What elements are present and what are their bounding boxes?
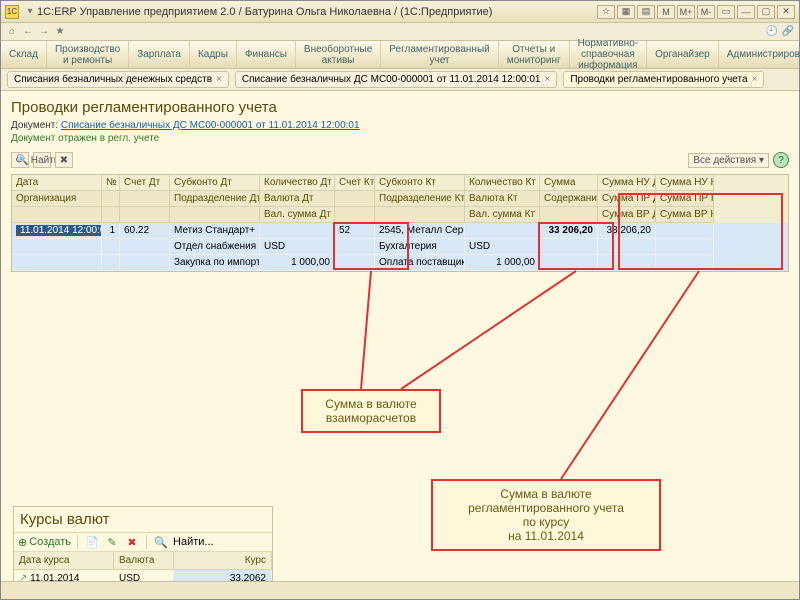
titlebar: 1C ▾ 1С:ERP Управление предприятием 2.0 … xyxy=(1,1,799,23)
app-icon: 1C xyxy=(5,5,19,19)
maximize-button[interactable]: ▢ xyxy=(757,5,775,19)
rates-title: Курсы валют xyxy=(14,507,272,532)
callout-val-sum: Сумма в валюте взаиморасчетов xyxy=(301,389,441,433)
find-label[interactable]: Найти... xyxy=(173,536,214,548)
document-line: Документ: Списание безналичных ДС МС00-0… xyxy=(11,120,789,131)
window-title: 1С:ERP Управление предприятием 2.0 / Бат… xyxy=(37,6,597,18)
fav-icon[interactable]: ☆ xyxy=(597,5,615,19)
close-icon[interactable]: × xyxy=(216,74,222,85)
table-row[interactable]: Отдел снабжения USD Бухгалтерия USD xyxy=(12,239,788,255)
mplus-button[interactable]: М+ xyxy=(677,5,695,19)
rates-row[interactable]: ↗ 11.01.2014 USD 33,2062 xyxy=(14,570,272,581)
menu-sklad[interactable]: Склад xyxy=(1,41,47,68)
edit-icon[interactable]: ✎ xyxy=(104,535,120,549)
find-icon[interactable]: 🔍 xyxy=(153,535,169,549)
tab-provodki[interactable]: Проводки регламентированного учета× xyxy=(563,71,764,88)
tab-bar: Списания безналичных денежных средств× С… xyxy=(1,69,799,91)
history-icon[interactable]: 🕘 xyxy=(765,25,779,39)
menu-zarplata[interactable]: Зарплата xyxy=(129,41,190,68)
col-sum[interactable]: Сумма xyxy=(540,175,598,191)
menu-admin[interactable]: Администрирование xyxy=(719,41,800,68)
close-icon[interactable]: × xyxy=(544,74,550,85)
find-button[interactable]: 🔍 Найти... xyxy=(33,152,51,168)
col-num[interactable]: № xyxy=(102,175,120,191)
dropdown-icon[interactable]: ▾ xyxy=(23,5,37,19)
menu-nsi[interactable]: Нормативно-справочная информация xyxy=(570,41,647,68)
main-menu: Склад Производство и ремонты Зарплата Ка… xyxy=(1,41,799,69)
close-button[interactable]: ✕ xyxy=(777,5,795,19)
status-bar xyxy=(1,581,799,599)
col-sum-nu-kt[interactable]: Сумма НУ Кт xyxy=(656,175,714,191)
clear-filter-icon[interactable]: ✖ xyxy=(55,152,73,168)
menu-otchety[interactable]: Отчеты и мониторинг xyxy=(499,41,570,68)
mminus-button[interactable]: М- xyxy=(697,5,715,19)
m-button[interactable]: М xyxy=(657,5,675,19)
document-link[interactable]: Списание безналичных ДС МС00-000001 от 1… xyxy=(61,120,360,131)
close-icon[interactable]: × xyxy=(752,74,758,85)
menu-organizer[interactable]: Органайзер xyxy=(647,41,719,68)
create-button[interactable]: ⊕Создать xyxy=(18,536,71,549)
tab-spisanie-doc[interactable]: Списание безналичных ДС МС00-000001 от 1… xyxy=(235,71,557,88)
rates-col-date[interactable]: Дата курса xyxy=(14,552,114,570)
back-icon[interactable]: ← xyxy=(21,25,35,39)
page-title: Проводки регламентированного учета xyxy=(11,99,789,116)
calc-icon[interactable]: ▤ xyxy=(637,5,655,19)
callout-reg-sum: Сумма в валюте регламентированного учета… xyxy=(431,479,661,551)
help-icon[interactable]: ? xyxy=(773,152,789,168)
tool-icon[interactable]: ▦ xyxy=(617,5,635,19)
rates-col-cur[interactable]: Валюта xyxy=(114,552,174,570)
minimize-button[interactable]: — xyxy=(737,5,755,19)
col-date[interactable]: Дата xyxy=(12,175,102,191)
menu-vneoborot[interactable]: Внеоборотные активы xyxy=(296,41,381,68)
spacer-icon: ▭ xyxy=(717,5,735,19)
copy-icon[interactable]: 📄 xyxy=(84,535,100,549)
table-row[interactable]: 11.01.2014 12:00:02 1 60.22 Метиз Станда… xyxy=(12,223,788,239)
menu-finansy[interactable]: Финансы xyxy=(237,41,296,68)
rates-col-rate[interactable]: Курс xyxy=(174,552,272,570)
reflected-status: Документ отражен в регл. учете xyxy=(11,133,789,144)
tab-spisaniya[interactable]: Списания безналичных денежных средств× xyxy=(7,71,229,88)
entries-grid: Дата № Счет Дт Субконто Дт Количество Дт… xyxy=(11,174,789,272)
col-dt-acc[interactable]: Счет Дт xyxy=(120,175,170,191)
col-dt-qty[interactable]: Количество Дт xyxy=(260,175,335,191)
col-kt-acc[interactable]: Счет Кт xyxy=(335,175,375,191)
col-dt-sub[interactable]: Субконто Дт xyxy=(170,175,260,191)
home-icon[interactable]: ⌂ xyxy=(5,25,19,39)
secondary-toolbar: ⌂ ← → ★ 🕘 🔗 xyxy=(1,23,799,41)
delete-icon[interactable]: ✖ xyxy=(124,535,140,549)
col-kt-sub[interactable]: Субконто Кт xyxy=(375,175,465,191)
menu-kadry[interactable]: Кадры xyxy=(190,41,237,68)
currency-rates-panel: Курсы валют ⊕Создать 📄 ✎ ✖ 🔍 Найти... Да… xyxy=(13,506,273,581)
menu-reglament[interactable]: Регламентированный учет xyxy=(381,41,498,68)
menu-proizvodstvo[interactable]: Производство и ремонты xyxy=(47,41,129,68)
content-area: Проводки регламентированного учета Докум… xyxy=(1,91,799,581)
link-icon[interactable]: 🔗 xyxy=(781,25,795,39)
star-icon[interactable]: ★ xyxy=(53,25,67,39)
col-sum-nu-dt[interactable]: Сумма НУ Дт xyxy=(598,175,656,191)
forward-icon[interactable]: → xyxy=(37,25,51,39)
all-actions-menu[interactable]: Все действия ▾ xyxy=(688,153,769,168)
table-row[interactable]: Закупка по импорту 1 000,00 Оплата поста… xyxy=(12,255,788,271)
col-kt-qty[interactable]: Количество Кт xyxy=(465,175,540,191)
